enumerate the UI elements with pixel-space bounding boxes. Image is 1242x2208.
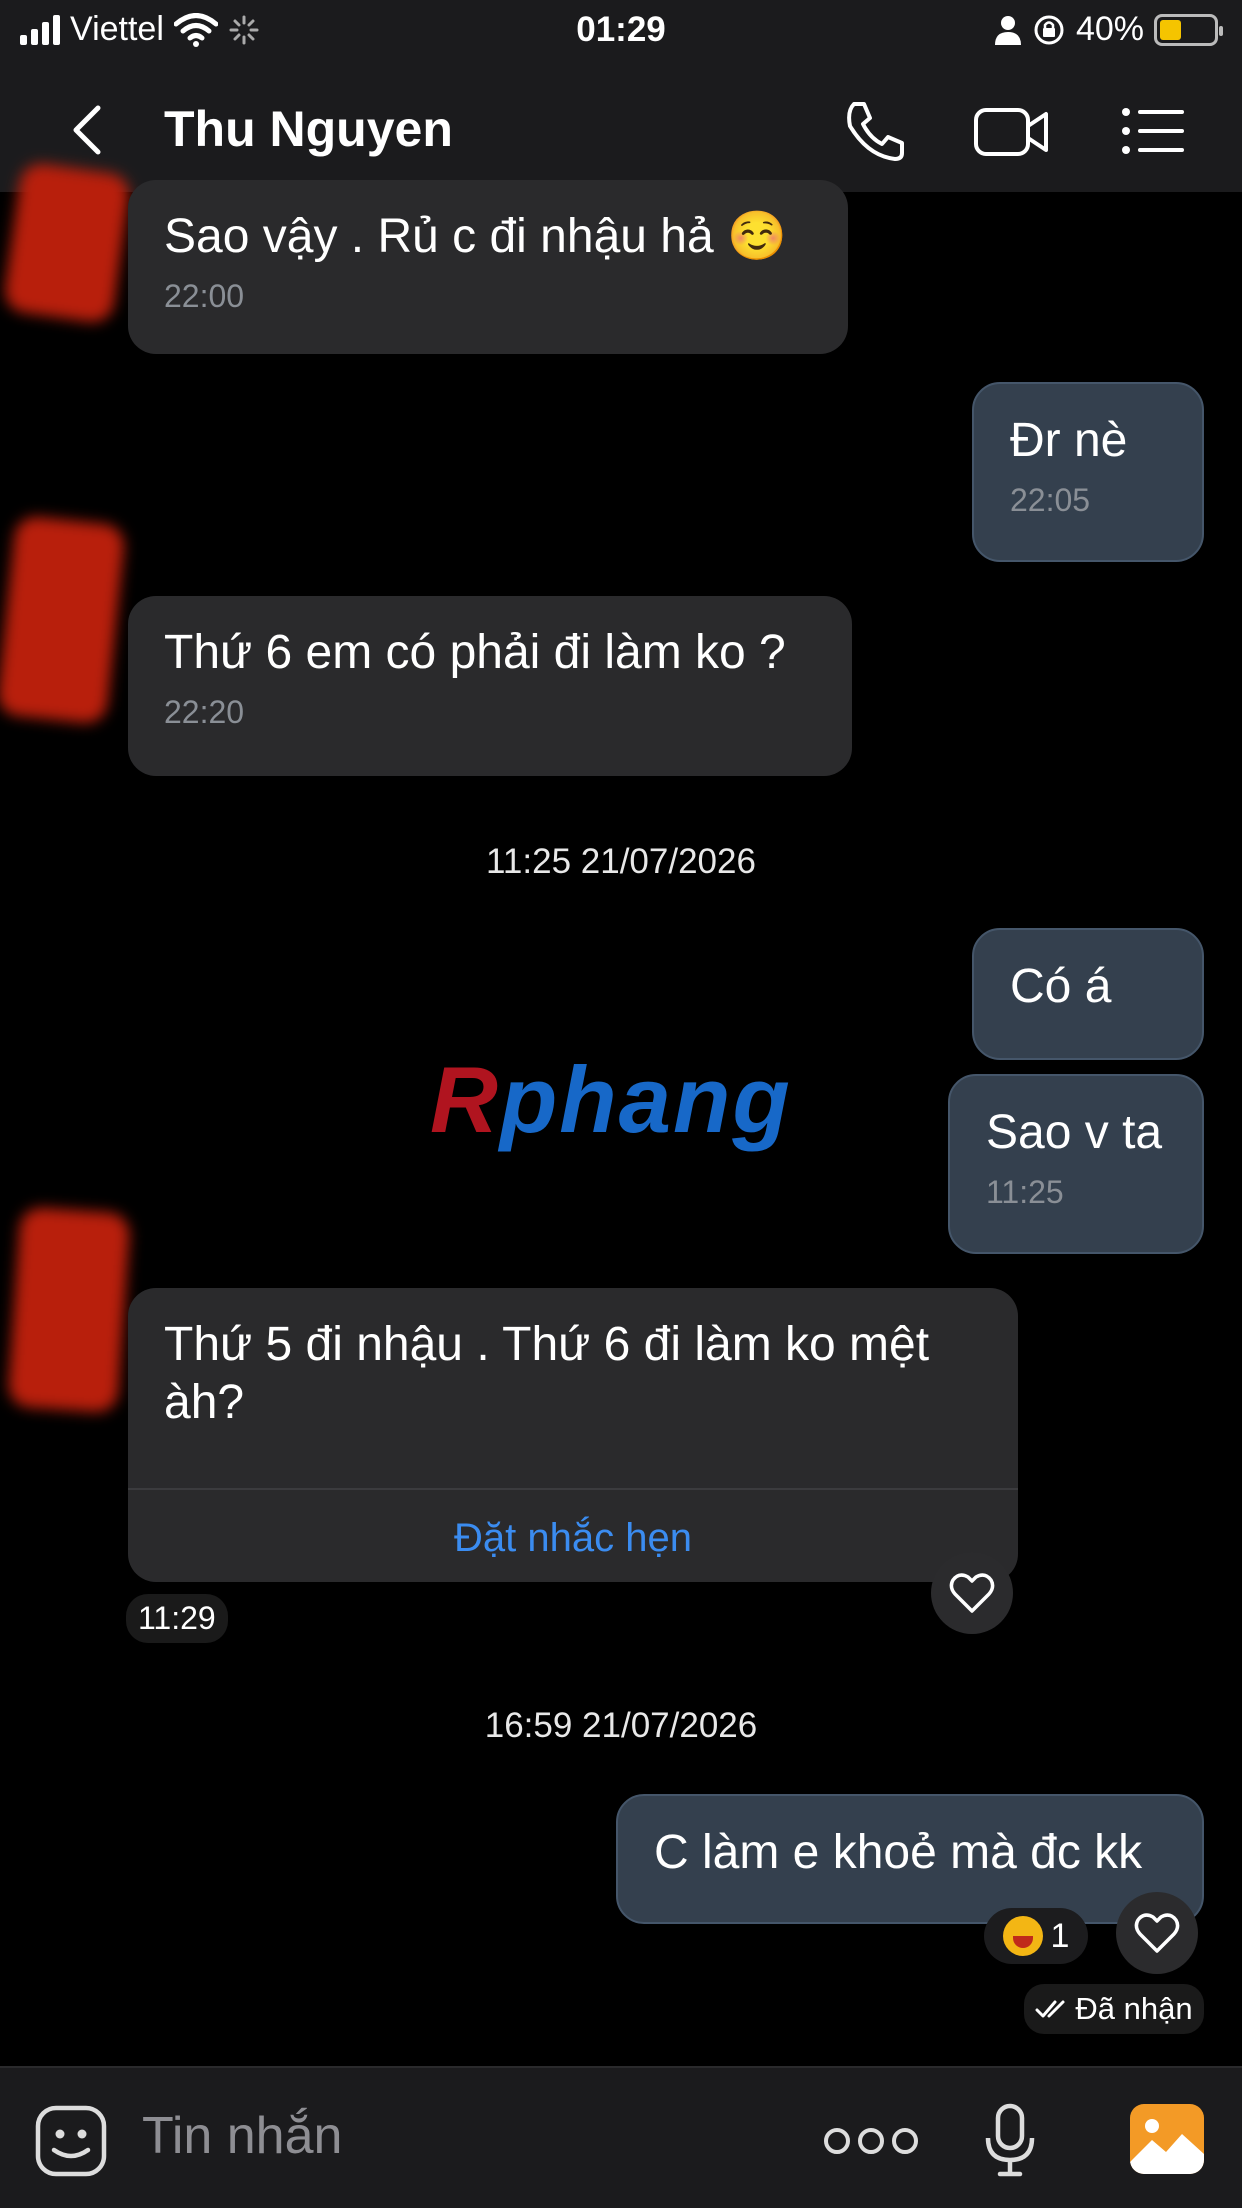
message-time: 11:29: [126, 1594, 228, 1643]
more-options-icon[interactable]: [824, 2128, 918, 2154]
avatar[interactable]: [7, 1206, 131, 1414]
message-time: 22:20: [164, 694, 245, 730]
double-check-icon: [1035, 2000, 1065, 2018]
divider: [128, 1488, 1018, 1490]
message-bubble-incoming[interactable]: Thứ 6 em có phải đi làm ko ? 22:20: [128, 596, 852, 776]
sticker-icon[interactable]: [34, 2104, 108, 2178]
contact-name[interactable]: Thu Nguyen: [164, 100, 453, 158]
image-icon: [1130, 2119, 1204, 2174]
gallery-icon[interactable]: [1130, 2104, 1204, 2174]
voice-input-icon[interactable]: [982, 2102, 1038, 2178]
message-bubble-outgoing[interactable]: Sao v ta 11:25: [948, 1074, 1204, 1254]
chat-header: Thu Nguyen: [0, 68, 1242, 192]
status-bar: Viettel 01:29 40%: [0, 0, 1242, 68]
react-heart-button[interactable]: [1116, 1892, 1198, 1974]
watermark-first: R: [430, 1047, 500, 1152]
phone-call-icon[interactable]: [840, 96, 910, 166]
message-bubble-outgoing[interactable]: Có á: [972, 928, 1204, 1060]
rotation-lock-icon: [1034, 15, 1064, 44]
watermark-logo: Rphang: [430, 1046, 792, 1154]
message-text: C làm e khoẻ mà đc kk: [654, 1826, 1143, 1879]
battery-percent: 40%: [1075, 10, 1144, 48]
status-right: 40%: [994, 10, 1223, 49]
laughing-emoji-icon: [1002, 1916, 1043, 1956]
delivery-status: Đã nhận: [1024, 1984, 1204, 2034]
message-time: 22:05: [1010, 482, 1091, 518]
message-bubble-outgoing[interactable]: C làm e khoẻ mà đc kk: [616, 1794, 1204, 1924]
date-separator: 16:59 21/07/2026: [484, 1706, 758, 1745]
message-text: Có á: [1010, 960, 1112, 1013]
heart-icon: [1134, 1913, 1180, 1953]
set-reminder-button[interactable]: Đặt nhắc hẹn: [128, 1516, 1018, 1561]
message-text: Thứ 6 em có phải đi làm ko ?: [164, 626, 786, 679]
message-text: Sao vậy . Rủ c đi nhậu hả ☺️: [164, 210, 787, 263]
message-time: 11:25: [986, 1174, 1064, 1210]
date-separator: 11:25 21/07/2026: [486, 842, 756, 881]
message-bubble-outgoing[interactable]: Đr nè 22:05: [972, 382, 1204, 562]
message-time: 22:00: [164, 278, 245, 314]
heart-icon: [949, 1573, 995, 1613]
back-arrow-icon[interactable]: [62, 102, 118, 158]
message-text: Đr nè: [1010, 414, 1128, 467]
person-icon: [994, 15, 1021, 45]
message-input[interactable]: Tin nhắn: [142, 2106, 342, 2166]
message-text-line-2: àh?: [164, 1376, 245, 1429]
video-call-icon[interactable]: [972, 96, 1052, 166]
avatar[interactable]: [2, 161, 132, 325]
message-text: Sao v ta: [986, 1106, 1163, 1159]
battery-icon: [1154, 13, 1223, 46]
reaction-badge[interactable]: 1: [984, 1908, 1088, 1964]
battery-fill: [1160, 19, 1181, 40]
reaction-count: 1: [1050, 1916, 1070, 1955]
menu-list-icon[interactable]: [1118, 96, 1188, 166]
message-text-line-1: Thứ 5 đi nhậu . Thứ 6 đi làm ko mệt: [164, 1318, 930, 1371]
message-bubble-incoming[interactable]: Thứ 5 đi nhậu . Thứ 6 đi làm ko mệt àh? …: [128, 1288, 1018, 1582]
avatar[interactable]: [0, 514, 127, 726]
react-heart-button[interactable]: [931, 1552, 1013, 1634]
message-bubble-incoming[interactable]: Sao vậy . Rủ c đi nhậu hả ☺️ 22:00: [128, 180, 848, 354]
delivery-status-text: Đã nhận: [1075, 1991, 1193, 2026]
message-composer: Tin nhắn: [0, 2066, 1242, 2208]
watermark-rest: phang: [499, 1047, 792, 1152]
